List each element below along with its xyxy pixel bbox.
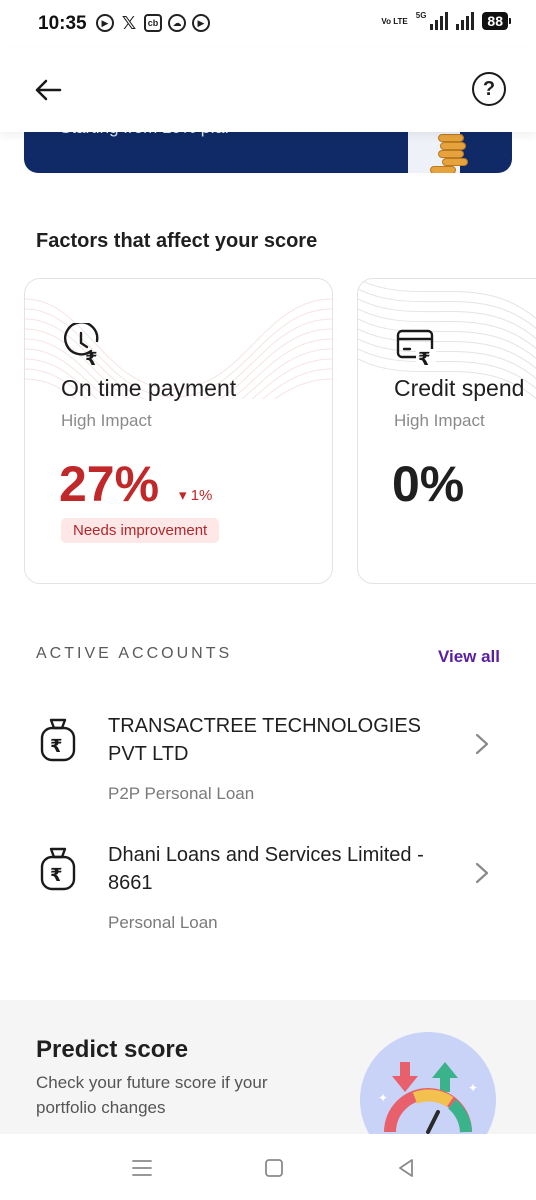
notification-icons: ▶ 𝕏 cb ☁ ▶ [96, 12, 210, 33]
youtube-notification-icon-2: ▶ [192, 14, 210, 32]
svg-text:✦: ✦ [468, 1081, 478, 1095]
status-bar: 10:35 ▶ 𝕏 cb ☁ ▶ Vo LTE 5G 88 [0, 0, 536, 48]
score-gauge-illustration-icon: ✦ ✦ [360, 1032, 496, 1140]
svg-text:₹: ₹ [85, 349, 98, 367]
factor-card-on-time-payment[interactable]: ₹ On time payment High Impact 27% ▾ 1% N… [24, 278, 333, 584]
factor-title: Credit spend [394, 375, 525, 401]
signal-strength-icon-2 [456, 12, 475, 30]
factor-value: 0% [392, 456, 465, 512]
predict-score-description: Check your future score if your portfoli… [36, 1073, 268, 1117]
card-rupee-icon: ₹ [396, 329, 436, 367]
youtube-notification-icon: ▶ [96, 14, 114, 32]
svg-text:₹: ₹ [50, 736, 63, 757]
factor-cards-carousel[interactable]: ₹ On time payment High Impact 27% ▾ 1% N… [24, 278, 536, 586]
back-triangle-icon[interactable] [394, 1156, 418, 1180]
back-button[interactable] [30, 72, 66, 108]
status-time: 10:35 [38, 13, 87, 34]
factor-value: 27% [59, 456, 160, 512]
account-row[interactable]: ₹ TRANSACTREE TECHNOLOGIES PVT LTD P2P P… [0, 712, 536, 822]
money-bag-rupee-icon: ₹ [40, 847, 76, 891]
cloud-off-icon: ☁ [168, 14, 186, 32]
factor-title: On time payment [61, 375, 237, 401]
chevron-right-icon [475, 862, 489, 884]
arrow-left-icon [35, 79, 62, 101]
signal-strength-icon [430, 12, 449, 30]
money-bag-rupee-icon: ₹ [40, 718, 76, 762]
account-name: Dhani Loans and Services Limited - 8661 [108, 844, 424, 894]
home-square-icon[interactable] [262, 1156, 286, 1180]
app-header: ? [0, 48, 536, 132]
system-navigation-bar [0, 1134, 536, 1200]
needs-improvement-badge: Needs improvement [61, 518, 220, 543]
network-type: 5G [415, 10, 427, 20]
svg-text:✦: ✦ [378, 1091, 388, 1105]
account-type: Personal Loan [108, 913, 218, 932]
factor-delta: ▾ 1% [179, 487, 213, 504]
menu-icon[interactable] [130, 1156, 154, 1180]
active-accounts-title: ACTIVE ACCOUNTS [36, 645, 233, 662]
account-type: P2P Personal Loan [108, 784, 255, 803]
factor-card-credit-spend[interactable]: ₹ Credit spend High Impact 0% [357, 278, 536, 584]
predict-score-card[interactable]: Predict score Check your future score if… [0, 1000, 536, 1140]
svg-text:₹: ₹ [50, 865, 63, 886]
x-notification-icon: 𝕏 [121, 12, 137, 33]
factor-impact: High Impact [394, 411, 485, 430]
factor-impact: High Impact [61, 411, 152, 430]
account-row[interactable]: ₹ Dhani Loans and Services Limited - 866… [0, 841, 536, 951]
volte-indicator: Vo LTE [381, 16, 408, 26]
chevron-right-icon [475, 733, 489, 755]
view-all-link[interactable]: View all [438, 647, 500, 667]
clock-rupee-icon: ₹ [64, 323, 99, 367]
predict-score-title: Predict score [36, 1036, 189, 1063]
system-status: Vo LTE 5G 88 [381, 10, 511, 30]
battery-indicator: 88 [482, 12, 511, 30]
coins-illustration-icon [408, 128, 472, 173]
app-notification-icon: cb [144, 14, 162, 32]
account-name: TRANSACTREE TECHNOLOGIES PVT LTD [108, 715, 422, 765]
svg-text:₹: ₹ [418, 349, 431, 367]
help-button[interactable]: ? [472, 72, 506, 106]
factors-title: Factors that affect your score [36, 230, 318, 252]
question-circle-icon: ? [482, 77, 496, 100]
